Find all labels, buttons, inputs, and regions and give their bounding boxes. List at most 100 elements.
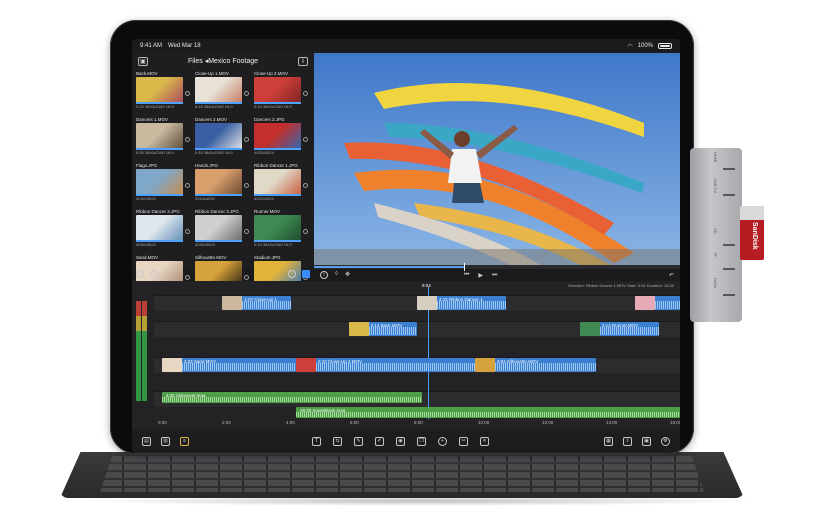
clip-checkbox[interactable] — [244, 137, 249, 142]
clip-used-bar — [254, 102, 301, 104]
ruler-tick: 12:00 — [542, 420, 554, 425]
clip-thumbnail[interactable]: Hands.JPG 3024x4032 — [195, 163, 251, 205]
clip-thumb — [254, 77, 301, 104]
clip-checkbox[interactable] — [303, 137, 308, 142]
clip-used-bar — [136, 148, 183, 150]
clip-thumbnail[interactable]: Ribbon Dancer 2.JPG 4032x3024 — [136, 209, 192, 251]
audio-waveform — [296, 412, 680, 417]
search-icon[interactable]: ○ — [288, 270, 296, 278]
audio-clip[interactable]: 4:25 Voiceover.m4a — [161, 392, 423, 403]
clip-thumbnail[interactable]: Dancers 3.JPG 4032x3024 — [254, 117, 310, 159]
status-time: 9:41 AM — [140, 43, 163, 49]
timeline-clip[interactable]: 4:23 Sand MOV — [161, 358, 296, 372]
draw-icon[interactable]: ✐ — [375, 436, 384, 446]
clip-thumbnail[interactable]: Close-Up 1.MOV 0:18 3840x2160 16:9 — [195, 71, 251, 113]
grid-view-icon[interactable] — [302, 270, 310, 278]
clip-thumbnail[interactable]: Close-Up 2.MOV 0:15 3840x2160 16:9 — [254, 71, 310, 113]
info-icon[interactable]: i — [320, 271, 328, 279]
title-icon[interactable]: T — [312, 436, 321, 446]
clip-thumb — [195, 77, 242, 104]
track-options-icon[interactable]: ≡ — [180, 436, 189, 446]
video-viewer[interactable] — [314, 53, 680, 267]
timeline-clip[interactable]: 2:14 Runner.MOV — [580, 322, 659, 336]
audio-clip-label: 4:25 Voiceover.m4a — [165, 393, 206, 398]
add-icon[interactable]: + — [150, 270, 158, 278]
keyboard[interactable] — [60, 452, 744, 498]
clip-thumb — [195, 215, 242, 242]
clip-checkbox[interactable] — [185, 137, 190, 142]
audio-meter-left — [136, 301, 141, 401]
timeline-clip[interactable]: 1:07 Close-Up 1 — [222, 296, 291, 310]
scrubber-progress — [314, 266, 464, 268]
clip-thumbnail[interactable]: Ribbon Dancer 3.JPG 4032x3024 — [195, 209, 251, 251]
sd-card[interactable]: SanDisk — [740, 206, 764, 260]
duplicate-icon[interactable]: ❐ — [417, 436, 426, 446]
bottom-toolbar: ▤ ▥ ≡ T ⇆ ✎ ✐ ◉ ❐ + ✂ ✕ ▦ ⇪ ▣ ⚙ — [132, 429, 680, 453]
clip-meta: 3024x4032 — [195, 196, 215, 201]
timeline-clip-waveform — [600, 327, 659, 335]
clip-thumb — [136, 77, 183, 104]
undo-icon[interactable]: ↶ — [669, 272, 674, 279]
clip-checkbox[interactable] — [244, 91, 249, 96]
skip-forward-icon[interactable]: ⏭ — [492, 272, 497, 279]
timeline-clip-thumb — [417, 296, 437, 310]
clip-thumbnail[interactable]: Dancers 1.MOV 0:35 3840x2160 16:9 — [136, 117, 192, 159]
clip-checkbox[interactable] — [303, 229, 308, 234]
timeline-clip[interactable] — [635, 296, 680, 310]
clip-checkbox[interactable] — [244, 183, 249, 188]
transition-icon[interactable]: ⇆ — [333, 436, 342, 446]
timeline-ruler[interactable]: 0:00 2:00 4:00 6:00 8:00 10:00 12:00 14:00 16:00 — [154, 417, 680, 429]
timeline-clip-thumb — [580, 322, 601, 336]
clip-checkbox[interactable] — [185, 229, 190, 234]
clip-thumbnail[interactable]: Flags.JPG 4032x3024 — [136, 163, 192, 205]
export-frame-icon[interactable]: ▦ — [604, 436, 613, 446]
snapshot-icon[interactable]: ◉ — [396, 436, 405, 446]
move-icon[interactable]: ✥ — [345, 271, 350, 279]
project-icon[interactable]: ▤ — [142, 436, 151, 446]
share-icon[interactable]: ⇪ — [623, 436, 632, 446]
timeline-clip-label: 4:23 Sand MOV — [183, 359, 216, 364]
timeline-clip[interactable]: 2:14 Back MOV — [348, 322, 417, 336]
layout-icon[interactable]: ▣ — [642, 436, 651, 446]
clip-thumbnail[interactable]: Dancers 2.MOV 0:15 3840x2160 16:9 — [195, 117, 251, 159]
audio-meter-right — [142, 301, 147, 401]
clip-checkbox[interactable] — [303, 183, 308, 188]
clip-used-bar — [136, 240, 183, 242]
timeline-clip[interactable]: 2:10 Close-Up 2 MOV — [296, 358, 475, 372]
timeline-clip-thumb — [348, 322, 369, 336]
settings-icon[interactable]: ⚙ — [661, 436, 670, 446]
shield-icon[interactable]: ◊ — [335, 271, 338, 279]
hub-port-label: DATA — [713, 278, 718, 289]
browser-footer: ✓ + ○ — [132, 268, 314, 280]
ruler-tick: 16:00 — [670, 420, 680, 425]
delete-icon[interactable]: ✕ — [480, 436, 489, 446]
clip-thumbnail[interactable]: Ribbon Dancer 1.JPG 4032x3024 — [254, 163, 310, 205]
timeline-clip[interactable]: 4:53 Silhouette.MOV — [474, 358, 596, 372]
hub-port-label: HDMI — [713, 152, 718, 163]
select-icon[interactable]: ✓ — [136, 270, 144, 278]
hub-port — [723, 294, 735, 296]
clip-checkbox[interactable] — [185, 91, 190, 96]
skip-back-icon[interactable]: ⏮ — [464, 272, 469, 279]
clip-checkbox[interactable] — [303, 91, 308, 96]
track-area[interactable]: 9:04 0:00 2:00 4:00 6:00 8:00 10:00 12:00 14:00… — [154, 281, 680, 429]
edit-icon[interactable]: ✎ — [354, 436, 363, 446]
library-icon[interactable]: ▥ — [161, 436, 170, 446]
split-icon[interactable]: ✂ — [459, 436, 468, 446]
clip-meta: 4032x3024 — [254, 196, 274, 201]
keyboard-keys[interactable] — [100, 456, 704, 492]
timeline-clip-label: 2:10 Close-Up 2 MOV — [318, 359, 363, 364]
timeline-clip[interactable]: 4:15 Ribbon Dancer 1 — [417, 296, 507, 310]
clip-checkbox[interactable] — [244, 229, 249, 234]
clip-thumbnail[interactable]: Back.MOV 0:22 3840x2160 16:9 — [136, 71, 192, 113]
audio-clip[interactable]: 16:20 Soundtrack.m4a — [296, 407, 680, 418]
timeline[interactable]: Selected: Ribbon Dancer 1.MOV Start: 9:0… — [132, 281, 680, 429]
image-icon[interactable]: ▣ — [138, 56, 148, 66]
import-icon[interactable]: ⇩ — [298, 56, 308, 66]
clip-checkbox[interactable] — [185, 183, 190, 188]
add-clip-icon[interactable]: + — [438, 436, 447, 446]
play-icon[interactable]: ▶ — [478, 272, 483, 279]
browser-header: ▣ Files ◂Mexico Footage ⇩ — [132, 53, 314, 69]
sd-card-label — [740, 206, 764, 220]
clip-thumbnail[interactable]: Runner.MOV 0:19 3840x2160 16:9 — [254, 209, 310, 251]
